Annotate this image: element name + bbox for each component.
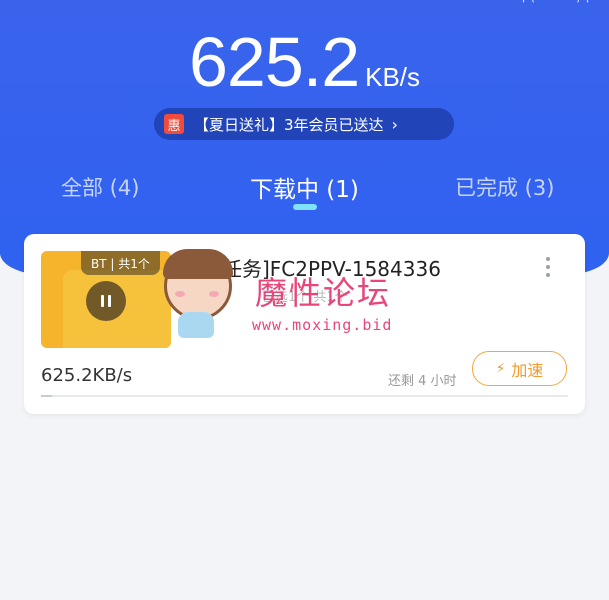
- dot: [546, 273, 550, 277]
- search-icon[interactable]: ◠: [522, 0, 534, 10]
- accelerate-label: 加速: [511, 360, 544, 380]
- watermark-mascot-body: [178, 312, 214, 338]
- tab-indicator: [293, 204, 317, 210]
- total-speed: 625.2 KB/s: [0, 22, 609, 102]
- watermark-url: www.moxing.bid: [252, 316, 393, 334]
- more-options-icon[interactable]: [545, 257, 551, 281]
- promo-banner[interactable]: 惠 【夏日送礼】3年会员已送达 ›: [154, 108, 454, 140]
- task-thumbnail: BT | 共1个: [41, 251, 171, 348]
- cheek: [175, 291, 185, 297]
- promo-badge: 惠: [164, 114, 184, 134]
- accelerate-button[interactable]: ⚡ 加速: [472, 351, 567, 386]
- bt-tag: BT | 共1个: [81, 251, 160, 275]
- tab-downloading[interactable]: 下载中 (1): [250, 170, 359, 204]
- task-speed: 625.2KB/s: [41, 365, 133, 386]
- watermark-mascot: [163, 249, 233, 320]
- tab-all[interactable]: 全部 (4): [61, 172, 139, 202]
- progress-bar: [41, 395, 568, 397]
- watermark-text: 魔性论坛: [255, 274, 392, 312]
- dot: [546, 265, 550, 269]
- lightning-icon: ⚡: [495, 360, 506, 377]
- tab-bar: 全部 (4) 下载中 (1) 已完成 (3): [0, 168, 609, 208]
- watermark: 魔性论坛 www.moxing.bid: [160, 249, 450, 345]
- speed-value: 625.2: [188, 23, 360, 101]
- progress-fill: [41, 395, 52, 397]
- menu-icon[interactable]: ◠: [577, 0, 589, 10]
- pause-icon: [101, 295, 104, 307]
- time-remaining: 还剩 4 小时: [388, 374, 457, 389]
- promo-text: 【夏日送礼】3年会员已送达: [194, 115, 384, 134]
- dot: [546, 257, 550, 261]
- chevron-right-icon: ›: [391, 114, 398, 134]
- pause-icon-bar: [108, 295, 111, 307]
- top-icons: ◠ ◠: [484, 0, 589, 10]
- tab-completed[interactable]: 已完成 (3): [455, 172, 554, 202]
- speed-unit: KB/s: [365, 62, 421, 92]
- pause-button[interactable]: [86, 281, 126, 321]
- cheek: [209, 291, 219, 297]
